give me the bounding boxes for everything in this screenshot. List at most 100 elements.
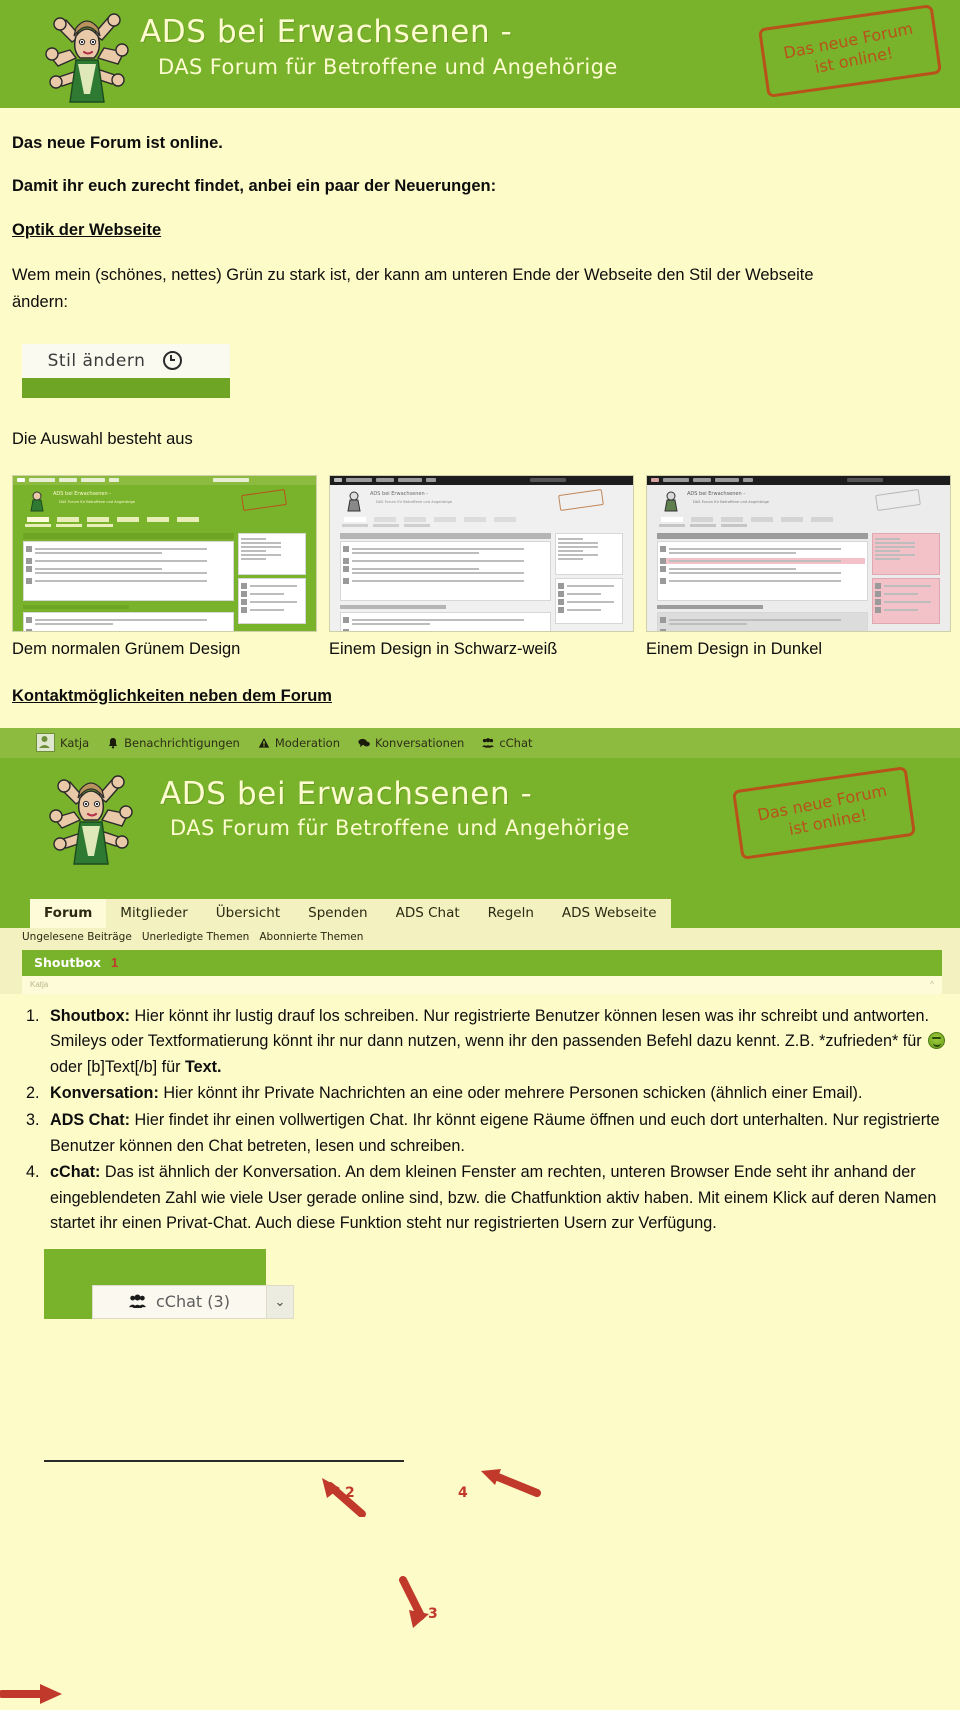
warning-triangle-icon	[258, 737, 270, 749]
bell-icon	[107, 737, 119, 749]
banner-subtitle: DAS Forum für Betroffene und Angehörige	[158, 55, 618, 79]
marker-number-2: 2	[345, 1484, 355, 1501]
avatar-icon	[36, 733, 55, 753]
note-text-2: Hier könnt ihr Private Nachrichten an ei…	[163, 1084, 863, 1103]
theme-thumb-dark-col: ADS bei Erwachsenen - DAS Forum für Betr…	[646, 474, 951, 659]
forum-screenshot: Katja Benachrichtigungen Moderation Konv…	[0, 727, 960, 1704]
selection-lead: Die Auswahl besteht aus	[12, 429, 193, 448]
list-item: Konversation: Hier könnt ihr Private Nac…	[44, 1081, 960, 1107]
topnav-item-katja[interactable]: Katja	[36, 733, 90, 753]
chevron-down-icon[interactable]: ⌄	[266, 1285, 293, 1318]
note-text-1-bold-tail: Text.	[184, 1057, 222, 1076]
topnav-label-benachrichtigungen: Benachrichtigungen	[124, 735, 240, 750]
shoutbox-label: Shoutbox	[34, 955, 101, 971]
stil-aendern-label: Stil ändern	[47, 350, 146, 371]
forum-inner-banner-subtitle: DAS Forum für Betroffene und Angehörige	[170, 815, 630, 840]
forum-inner-banner-title: ADS bei Erwachsenen -	[160, 775, 533, 812]
arrow-marker-1	[0, 1683, 62, 1704]
topnav-item-benachrichtigungen[interactable]: Benachrichtigungen	[107, 736, 240, 750]
subnav-unerledigte-themen[interactable]: Unerledigte Themen	[142, 931, 250, 943]
note-text-4: Das ist ähnlich der Konversation. An dem…	[50, 1163, 937, 1233]
theme-caption-dark: Einem Design in Dunkel	[646, 639, 823, 658]
stil-widget-green-bar	[22, 377, 230, 398]
note-text-1a: Hier könnt ihr lustig drauf los schreibe…	[50, 1006, 930, 1051]
theme-thumbnails: ADS bei Erwachsenen - DAS Forum für Betr…	[12, 474, 951, 659]
note-term-3: ADS Chat:	[50, 1110, 131, 1129]
tab-regeln[interactable]: Regeln	[473, 898, 548, 928]
tab-ads-webseite[interactable]: ADS Webseite	[547, 898, 671, 928]
forum-subnav: Ungelesene Beiträge Unerledigte Themen A…	[0, 927, 960, 946]
theme-thumb-bw: ADS bei Erwachsenen - DAS Forum für Betr…	[329, 474, 634, 632]
list-item: cChat: Das ist ähnlich der Konversation.…	[44, 1160, 960, 1237]
theme-caption-green: Dem normalen Grünem Design	[12, 639, 241, 658]
thumb-mascot-icon	[342, 488, 366, 512]
cchat-panel-label: cChat (3)	[156, 1292, 230, 1312]
bottom-divider	[44, 1460, 404, 1462]
feature-notes-list: Shoutbox: Hier könnt ihr lustig drauf lo…	[0, 1004, 960, 1237]
banner-title: ADS bei Erwachsenen -	[140, 14, 513, 50]
forum-topnav: Katja Benachrichtigungen Moderation Konv…	[0, 727, 960, 758]
intro-line-1: Das neue Forum ist online.	[12, 134, 223, 152]
arrow-marker-2	[322, 1477, 366, 1517]
forum-tabs: Forum Mitglieder Übersicht Spenden ADS C…	[30, 898, 671, 928]
note-term-4: cChat:	[50, 1163, 101, 1182]
theme-caption-bw: Einem Design in Schwarz-weiß	[329, 639, 558, 658]
users-group-icon	[482, 737, 495, 749]
forum-inner-banner: ADS bei Erwachsenen - DAS Forum für Betr…	[0, 757, 960, 878]
topnav-label-moderation: Moderation	[274, 735, 340, 750]
subnav-abonnierte-themen[interactable]: Abonnierte Themen	[259, 931, 363, 943]
speech-bubbles-icon	[358, 737, 370, 749]
marker-number-4: 4	[458, 1484, 468, 1501]
intro-paragraph-1: Wem mein (schönes, nettes) Grün zu stark…	[12, 266, 814, 285]
topnav-label-cchat: cChat	[499, 735, 533, 750]
new-forum-stamp-inner: Das neue Forum ist online!	[731, 765, 917, 860]
cchat-green-strip-left	[44, 1284, 92, 1319]
intro-line-2: Damit ihr euch zurecht findet, anbei ein…	[12, 176, 497, 195]
section-heading-kontakt: Kontaktmöglichkeiten neben dem Forum	[12, 686, 332, 705]
tab-spenden[interactable]: Spenden	[294, 898, 382, 928]
topnav-label-katja: Katja	[60, 735, 90, 750]
theme-thumb-bw-col: ADS bei Erwachsenen - DAS Forum für Betr…	[329, 474, 634, 659]
smiley-icon	[928, 1032, 946, 1050]
mascot-illustration-inner	[36, 768, 146, 866]
new-forum-stamp: Das neue Forum ist online!	[757, 4, 943, 98]
cchat-green-strip-top	[44, 1248, 266, 1285]
page-header-banner: ADS bei Erwachsenen - DAS Forum für Betr…	[0, 0, 960, 108]
topnav-item-cchat[interactable]: cChat	[482, 735, 533, 750]
marker-number-1: 1	[110, 955, 119, 971]
mascot-illustration	[32, 6, 142, 104]
tab-forum[interactable]: Forum	[30, 898, 107, 928]
stil-aendern-widget[interactable]: Stil ändern	[22, 343, 230, 398]
cchat-widget-screenshot: cChat (3) ⌄	[44, 1248, 294, 1319]
shoutbox-region: Shoutbox 1 Katja ^	[0, 945, 960, 994]
theme-thumb-dark: ADS bei Erwachsenen - DAS Forum für Betr…	[646, 474, 951, 632]
note-term-2: Konversation:	[50, 1084, 159, 1103]
clock-icon	[163, 351, 183, 371]
cchat-panel-label-wrap[interactable]: cChat (3)	[93, 1292, 266, 1311]
list-item: Shoutbox: Hier könnt ihr lustig drauf lo…	[44, 1004, 960, 1081]
topnav-item-moderation[interactable]: Moderation	[258, 736, 340, 750]
note-text-1b: oder [b]Text[/b] für	[50, 1057, 181, 1076]
tab-mitglieder[interactable]: Mitglieder	[106, 898, 202, 928]
shoutbox-header[interactable]: Shoutbox 1	[22, 949, 942, 976]
list-item: ADS Chat: Hier findet ihr einen vollwert…	[44, 1108, 960, 1159]
forum-tabrow: Forum Mitglieder Übersicht Spenden ADS C…	[0, 877, 960, 928]
section-heading-optik: Optik der Webseite	[12, 221, 162, 240]
shoutbox-post-row: Katja ^	[22, 975, 942, 994]
topnav-item-konversationen[interactable]: Konversationen	[358, 736, 464, 750]
subnav-ungelesene-beitraege[interactable]: Ungelesene Beiträge	[22, 931, 132, 943]
thumb-mascot-icon	[659, 488, 683, 512]
users-group-icon	[129, 1293, 146, 1310]
tab-ads-chat[interactable]: ADS Chat	[381, 898, 474, 928]
tab-uebersicht[interactable]: Übersicht	[201, 898, 295, 928]
shoutbox-post-user: Katja	[30, 980, 49, 990]
chevron-up-icon[interactable]: ^	[930, 980, 934, 989]
note-text-3: Hier findet ihr einen vollwertigen Chat.…	[50, 1110, 940, 1155]
stil-aendern-button[interactable]: Stil ändern	[22, 343, 230, 378]
marker-number-3: 3	[428, 1605, 438, 1622]
cchat-panel[interactable]: cChat (3) ⌄	[92, 1284, 294, 1319]
note-term-1: Shoutbox:	[50, 1006, 131, 1025]
arrow-marker-4	[481, 1468, 541, 1497]
theme-thumb-green-col: ADS bei Erwachsenen - DAS Forum für Betr…	[12, 474, 317, 659]
intro-paragraph-1b: ändern:	[12, 293, 68, 312]
